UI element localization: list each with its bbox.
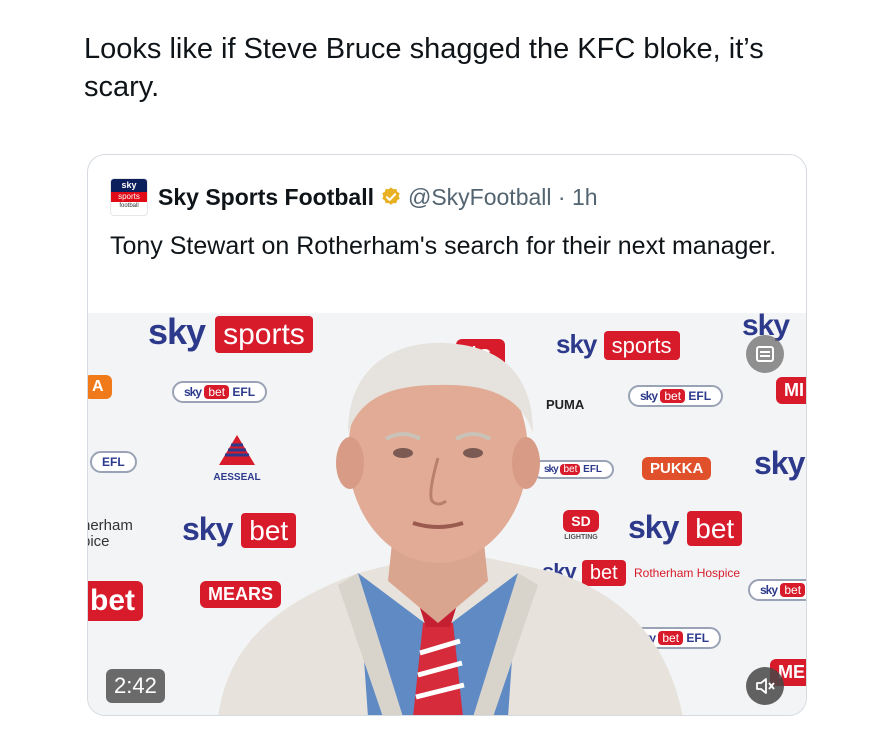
- quoted-post-card[interactable]: sky sports football Sky Sports Football …: [87, 154, 807, 716]
- board-bet-left: bet: [88, 581, 143, 621]
- mute-icon: [756, 678, 775, 694]
- board-sky-right: sky: [754, 445, 805, 481]
- mute-button[interactable]: [746, 667, 784, 705]
- board-partial-a: A: [88, 375, 112, 399]
- avatar-line-2: sports: [111, 192, 147, 202]
- avatar-line-1: sky: [111, 179, 147, 192]
- avatar[interactable]: sky sports football: [110, 178, 148, 216]
- post-text: Looks like if Steve Bruce shagged the KF…: [84, 33, 764, 103]
- author-name[interactable]: Sky Sports Football: [158, 184, 374, 211]
- board-efl: EFL: [90, 451, 137, 473]
- gif-alt-button[interactable]: [746, 335, 784, 373]
- avatar-line-3: football: [119, 203, 139, 209]
- handle-and-time[interactable]: @SkyFootball · 1h: [408, 184, 598, 211]
- board-partial-mi: MI: [776, 377, 806, 404]
- interviewee-figure: [218, 343, 683, 715]
- quoted-post-header: sky sports football Sky Sports Football …: [110, 177, 598, 217]
- board-partial-hospice: herham pice: [88, 517, 133, 550]
- quoted-post-text: Tony Stewart on Rotherham's search for t…: [110, 232, 777, 260]
- video-player[interactable]: sky sports sky bet EFL A EFL AESSEAL her…: [88, 313, 806, 715]
- video-duration: 2:42: [106, 669, 165, 703]
- board-efl-left: EFL: [90, 451, 137, 473]
- gif-alt-icon: [756, 346, 774, 362]
- board-skybet-partial: sky bet: [748, 579, 806, 601]
- verified-badge-icon: [382, 187, 400, 205]
